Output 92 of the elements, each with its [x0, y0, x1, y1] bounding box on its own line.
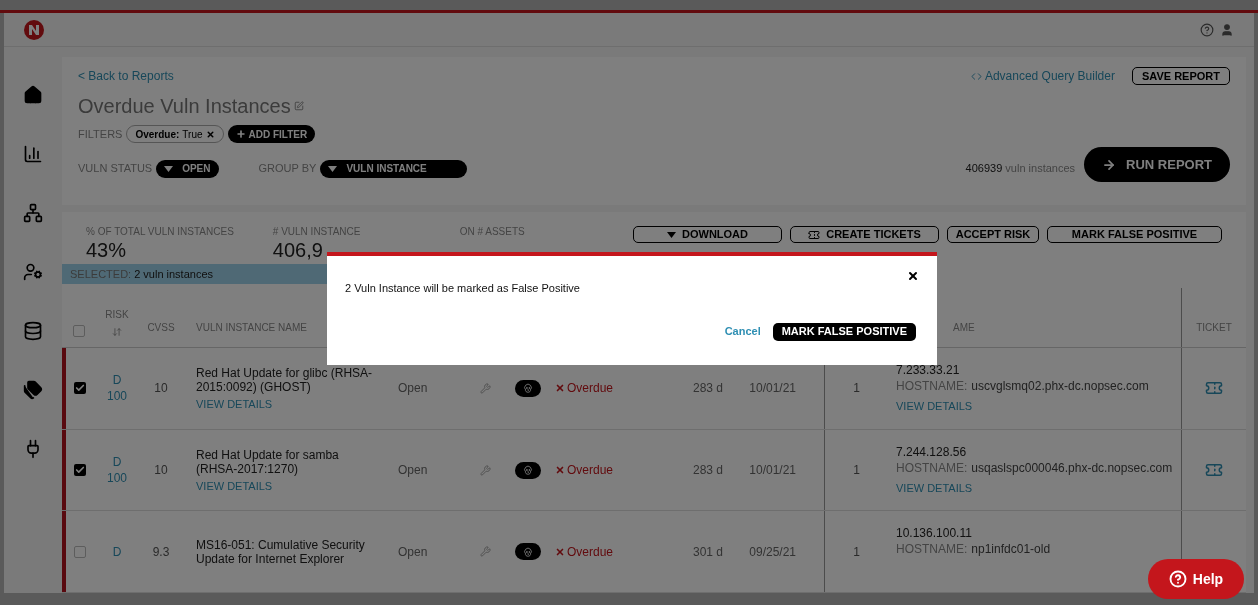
vuln-name: Red Hat Update for glibc (RHSA-2015:0092) (GHOST): [196, 365, 374, 394]
code-icon: [970, 70, 982, 82]
hostname-text: uscvglsmq02.phx-dc.nopsec.com: [971, 378, 1149, 394]
asset-ip: 7.233.33.21: [896, 362, 961, 378]
vuln-status-dropdown[interactable]: OPEN: [156, 159, 219, 178]
wrench-icon: [480, 464, 491, 476]
asset-ip: 7.244.128.56: [896, 443, 968, 460]
risk-score: 100: [107, 388, 127, 405]
stat-label: # VULN INSTANCE: [272, 225, 362, 239]
close-icon[interactable]: [907, 270, 919, 282]
stat-label: % OF TOTAL VULN INSTANCES: [86, 225, 235, 239]
exploit-badge: [515, 543, 541, 561]
action-button[interactable]: MARK FALSE POSITIVE: [1047, 226, 1222, 243]
asset-ip: 10.136.100.11: [896, 525, 973, 542]
row-checkbox[interactable]: [74, 464, 86, 476]
exploit-badge: [515, 379, 541, 397]
row-checkbox[interactable]: [73, 325, 85, 337]
risk-grade: D: [112, 372, 122, 389]
age-text: 301 d: [692, 543, 723, 561]
date-text: 09/25/21: [749, 543, 796, 561]
date-text: 10/01/21: [749, 380, 796, 398]
filters-label: FILTERS: [78, 126, 123, 142]
arrow-right-icon: [1102, 157, 1117, 172]
action-button[interactable]: ACCEPT RISK: [947, 226, 1039, 243]
cvss-score: 10: [154, 380, 168, 398]
overdue-status: Overdue: [567, 380, 614, 398]
plus-icon: [235, 129, 246, 139]
ticket-icon[interactable]: [1205, 461, 1223, 479]
cross-icon: [555, 383, 565, 394]
help-icon[interactable]: [1200, 22, 1214, 37]
wrench-icon: [480, 546, 491, 558]
caret-icon: [164, 165, 174, 172]
instance-count-unit: vuln instances: [1005, 161, 1076, 177]
risk-grade: D: [112, 543, 122, 560]
exploit-badge: [515, 461, 541, 479]
add-filter-button[interactable]: ADD FILTER: [227, 125, 316, 143]
run-report-button[interactable]: RUN REPORT: [1084, 147, 1230, 182]
status-text: Open: [398, 543, 428, 561]
cvss-score: 9.3: [152, 543, 170, 561]
stat-label: ON # ASSETS: [459, 225, 526, 239]
row-checkbox[interactable]: [74, 382, 86, 395]
cvss-score: 10: [154, 462, 168, 479]
tags-icon[interactable]: [23, 380, 43, 400]
count-text: 1: [853, 380, 860, 398]
status-text: Open: [398, 380, 428, 398]
cancel-button[interactable]: Cancel: [724, 323, 761, 340]
stat-value: 406,9: [272, 239, 324, 261]
stat-value: 43%: [86, 239, 128, 261]
risk-grade: D: [112, 454, 122, 470]
help-icon: [1168, 570, 1187, 588]
count-text: 1: [853, 462, 860, 479]
hostname-label: HOSTNAME:: [896, 459, 968, 476]
help-button[interactable]: Help: [1148, 559, 1244, 599]
selected-label: SELECTED:: [70, 266, 132, 282]
vuln-status-label: VULN STATUS: [78, 161, 153, 177]
overdue-status: Overdue: [567, 543, 614, 561]
hostname-label: HOSTNAME:: [896, 541, 968, 558]
overdue-status: Overdue: [567, 462, 614, 479]
caret-icon: [328, 165, 338, 172]
home-icon[interactable]: [23, 85, 43, 105]
action-button[interactable]: CREATE TICKETS: [790, 226, 939, 243]
age-text: 283 d: [692, 462, 723, 479]
status-text: Open: [398, 462, 428, 479]
count-text: 1: [853, 543, 860, 561]
user-icon[interactable]: [1220, 22, 1234, 37]
cross-icon: [555, 465, 565, 475]
vuln-name: Red Hat Update for samba (RHSA-2017:1270): [196, 447, 340, 476]
report-title: Overdue Vuln Instances: [78, 94, 291, 119]
bar-chart-icon[interactable]: [23, 144, 43, 164]
date-text: 10/01/21: [749, 462, 796, 479]
caret-icon: [667, 231, 676, 238]
instance-count: 406939: [965, 161, 1003, 177]
database-icon[interactable]: [23, 321, 43, 341]
wrench-icon: [480, 382, 491, 394]
risk-score: 100: [107, 470, 127, 486]
selected-count: 2 vuln instances: [134, 266, 214, 282]
hostname-text: np1infdc01-old: [971, 541, 1051, 558]
vuln-name: MS16-051: Cumulative Security Update for Internet Explorer: [196, 537, 366, 566]
save-report-button[interactable]: SAVE REPORT: [1131, 67, 1230, 85]
age-text: 283 d: [692, 380, 723, 398]
hostname-label: HOSTNAME:: [896, 378, 968, 394]
hostname-text: usqaslspc000046.phx-dc.nopsec.com: [971, 459, 1173, 476]
ticket-icon: [808, 228, 821, 241]
group-by-label: GROUP BY: [258, 161, 317, 177]
action-button[interactable]: DOWNLOAD: [633, 226, 782, 243]
confirm-button[interactable]: MARK FALSE POSITIVE: [772, 322, 916, 341]
row-checkbox[interactable]: [74, 545, 86, 558]
logo-icon[interactable]: [24, 19, 44, 40]
group-by-dropdown[interactable]: VULN INSTANCE: [320, 159, 467, 178]
dialog-message: 2 Vuln Instance will be marked as False Positive: [345, 281, 581, 296]
hierarchy-icon[interactable]: [23, 203, 43, 223]
cross-icon: [555, 546, 565, 557]
